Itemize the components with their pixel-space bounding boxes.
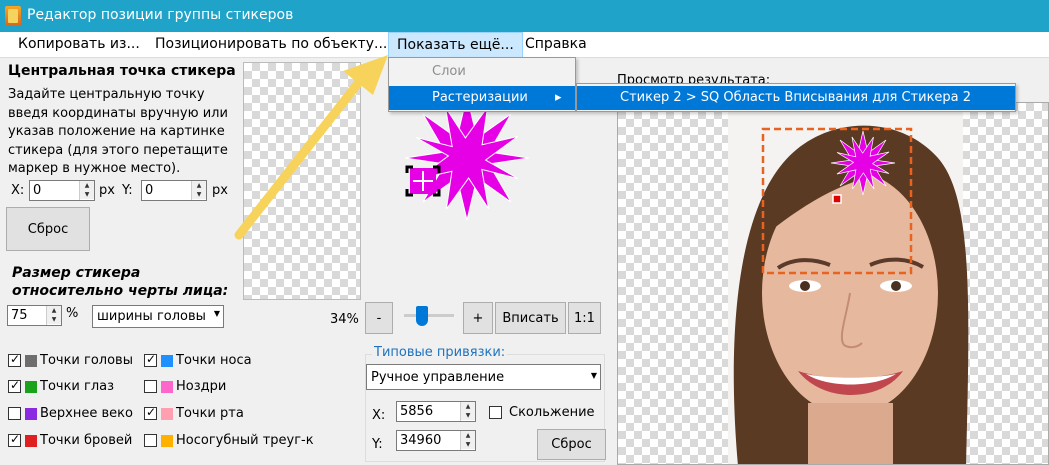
center-marker-icon[interactable] <box>403 163 443 199</box>
snap-y-input[interactable]: 34960 ▲ ▼ <box>396 430 476 451</box>
center-y-stepper[interactable]: ▲ ▼ <box>191 181 206 200</box>
snapping-label: Типовые привязки: <box>372 345 508 360</box>
menu-copy-from[interactable]: Копировать из... <box>18 36 140 52</box>
checkbox-label: Точки носа <box>176 353 252 368</box>
checkbox-label: Точки головы <box>40 353 133 368</box>
center-point-description: Задайте центральную точку введя координа… <box>8 86 228 179</box>
description-line: стикера (для этого перетащите <box>8 142 228 158</box>
slide-label: Скольжение <box>509 405 595 420</box>
zoom-slider-thumb[interactable] <box>416 306 428 326</box>
size-relative-value: ширины головы <box>97 309 206 324</box>
size-value: 75 <box>11 308 28 323</box>
app-icon <box>5 6 21 26</box>
snapping-mode-select[interactable]: Ручное управление ▼ <box>366 364 601 390</box>
guide-arrow-icon <box>234 55 388 240</box>
checkbox-1[interactable] <box>8 352 21 367</box>
checkbox-6[interactable] <box>144 405 157 420</box>
zoom-out-button[interactable]: - <box>365 302 393 334</box>
center-y-input[interactable]: 0 ▲ ▼ <box>141 180 207 201</box>
size-relative-select[interactable]: ширины головы ▼ <box>92 305 224 328</box>
submenu-item-label: Стикер 2 > SQ Область Вписывания для Сти… <box>620 90 972 105</box>
color-swatch <box>161 435 173 447</box>
zoom-slider-track[interactable] <box>404 314 454 317</box>
checkbox-label: Точки бровей <box>40 433 133 448</box>
color-swatch <box>25 408 37 420</box>
description-line: Задайте центральную точку <box>8 87 205 102</box>
show-more-dropdown: Слои Растеризации ▸ <box>388 57 576 112</box>
menu-item-rasterize[interactable]: Растеризации ▸ <box>389 86 575 110</box>
size-heading-line2: относительно черты лица: <box>12 283 229 299</box>
checkbox-label: Точки рта <box>176 406 244 421</box>
y-label: Y: <box>122 183 133 198</box>
menu-item-layers[interactable]: Слои <box>389 60 575 84</box>
snap-reset-button[interactable]: Сброс <box>537 429 606 460</box>
zoom-in-button[interactable]: + <box>463 302 493 334</box>
window-title: Редактор позиции группы стикеров <box>27 7 294 23</box>
layers-label: Слои <box>432 64 466 79</box>
center-x-input[interactable]: 0 ▲ ▼ <box>29 180 95 201</box>
chevron-down-icon: ▼ <box>590 371 597 380</box>
color-swatch <box>25 435 37 447</box>
checkbox-label: Точки глаз <box>40 379 115 394</box>
submenu-arrow-icon: ▸ <box>555 90 562 105</box>
size-unit: % <box>66 306 79 321</box>
zoom-fit-button[interactable]: Вписать <box>495 302 566 334</box>
description-line: указав положение на картинке <box>8 124 225 139</box>
snap-x-value: 5856 <box>400 404 434 419</box>
snap-x-label: X: <box>372 408 386 423</box>
checkbox-4[interactable] <box>144 380 157 393</box>
color-swatch <box>25 381 37 393</box>
rasterize-label: Растеризации <box>432 90 528 105</box>
center-y-value: 0 <box>145 183 154 198</box>
snapping-mode-value: Ручное управление <box>371 370 505 385</box>
color-swatch <box>161 408 173 420</box>
menu-help[interactable]: Справка <box>525 36 587 52</box>
checkbox-7[interactable] <box>8 432 21 447</box>
size-heading-line1: Размер стикера <box>12 265 141 281</box>
color-swatch <box>161 381 173 393</box>
submenu-item-sticker2[interactable]: Стикер 2 > SQ Область Вписывания для Сти… <box>577 86 1015 110</box>
face-photo <box>728 103 969 464</box>
color-swatch <box>25 355 37 367</box>
center-x-stepper[interactable]: ▲ ▼ <box>79 181 94 200</box>
rasterize-submenu: Стикер 2 > SQ Область Вписывания для Сти… <box>576 83 1016 112</box>
checkbox-2[interactable] <box>144 352 157 367</box>
preview-canvas <box>617 102 1049 465</box>
title-bar: Редактор позиции группы стикеров <box>0 0 1049 32</box>
snap-y-label: Y: <box>372 437 383 452</box>
x-label: X: <box>11 183 25 198</box>
zoom-percent: 34% <box>330 312 359 327</box>
checkbox-3[interactable] <box>8 378 21 393</box>
checkbox-label: Ноздри <box>176 379 227 394</box>
center-x-value: 0 <box>33 183 42 198</box>
snap-y-value: 34960 <box>400 433 442 448</box>
chevron-down-icon: ▼ <box>213 309 220 318</box>
description-line: введя координаты вручную или <box>8 105 228 121</box>
size-input[interactable]: 75 ▲ ▼ <box>7 305 62 326</box>
description-line: маркер в нужное место). <box>8 161 181 176</box>
checkbox-5[interactable] <box>8 407 21 420</box>
slide-checkbox[interactable] <box>489 406 502 419</box>
zoom-one-to-one-button[interactable]: 1:1 <box>568 302 601 334</box>
snap-y-stepper[interactable]: ▲ ▼ <box>460 431 475 450</box>
snap-x-input[interactable]: 5856 ▲ ▼ <box>396 401 476 422</box>
size-stepper[interactable]: ▲ ▼ <box>46 306 61 325</box>
color-swatch <box>161 355 173 367</box>
center-point-heading: Центральная точка стикера <box>8 63 236 79</box>
snap-x-stepper[interactable]: ▲ ▼ <box>460 402 475 421</box>
center-reset-button[interactable]: Сброс <box>6 207 90 251</box>
checkbox-8[interactable] <box>144 434 157 447</box>
menu-bar: Копировать из... Позиционировать по объе… <box>0 32 1049 58</box>
menu-show-more[interactable]: Показать ещё... <box>388 32 523 58</box>
checkbox-label: Верхнее веко <box>40 406 133 421</box>
checkbox-label: Носогубный треуг-к <box>176 433 314 448</box>
x-unit: px <box>99 183 115 198</box>
